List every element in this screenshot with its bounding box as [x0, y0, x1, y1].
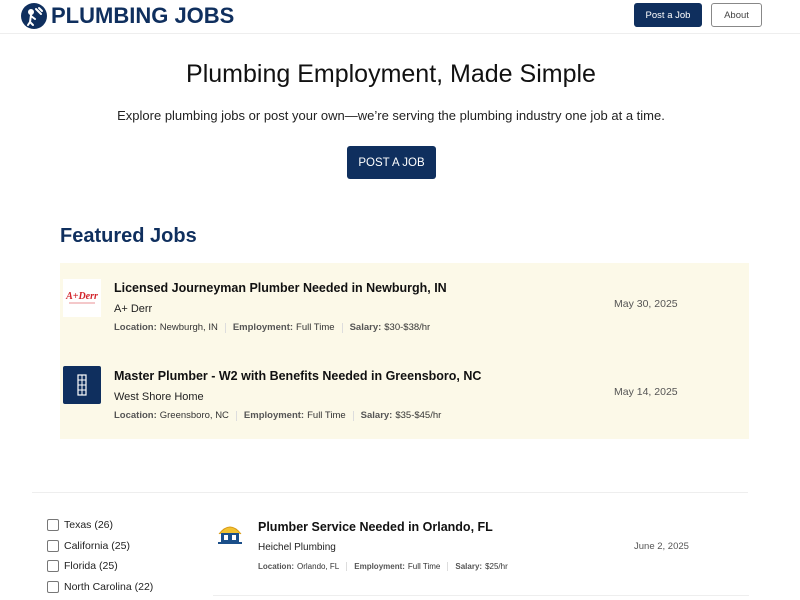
filter-label: Florida (25): [64, 560, 118, 572]
posted-date: May 14, 2025: [614, 386, 678, 398]
salary-value: $30-$38/hr: [384, 322, 431, 333]
location-label: Location:: [114, 410, 157, 421]
employment-value: Full Time: [307, 410, 346, 421]
hero-title: Plumbing Employment, Made Simple: [186, 60, 596, 88]
job-meta: Location: Greensboro, NC Employment: Ful…: [114, 410, 441, 421]
meta-separator: [341, 322, 343, 333]
location-value: Greensboro, NC: [159, 410, 229, 421]
section-divider: [32, 492, 748, 493]
state-filter-north-carolina[interactable]: North Carolina (22): [47, 581, 153, 593]
checkbox[interactable]: [47, 540, 59, 552]
wrench-logo-icon: [21, 3, 47, 29]
site-header: PLUMBING JOBS Post a Job About: [0, 0, 800, 34]
employment-value: Full Time: [296, 322, 335, 333]
meta-separator: [346, 562, 348, 571]
location-value: Orlando, FL: [297, 562, 340, 571]
state-filter-california[interactable]: California (25): [47, 540, 130, 552]
employment-label: Employment:: [232, 322, 294, 333]
post-a-job-nav-button[interactable]: Post a Job: [634, 3, 702, 27]
featured-job-card[interactable]: A+Derr Licensed Journeyman Plumber Neede…: [60, 263, 749, 351]
company-logo: [215, 522, 245, 546]
featured-job-card[interactable]: Master Plumber - W2 with Benefits Needed…: [60, 351, 749, 439]
posted-date: May 30, 2025: [614, 298, 678, 310]
job-list-item[interactable]: Plumber Service Needed in Orlando, FL He…: [213, 506, 749, 596]
state-filter-florida[interactable]: Florida (25): [47, 560, 118, 572]
location-label: Location:: [258, 562, 294, 571]
company-name: Heichel Plumbing: [258, 542, 336, 553]
state-filter-texas[interactable]: Texas (26): [47, 519, 113, 531]
filter-label: North Carolina (22): [64, 581, 154, 593]
featured-jobs-heading: Featured Jobs: [60, 225, 197, 247]
salary-label: Salary:: [455, 562, 483, 571]
post-a-job-cta-button[interactable]: POST A JOB: [347, 146, 436, 179]
salary-value: $25/hr: [485, 562, 508, 571]
meta-separator: [235, 410, 237, 421]
meta-separator: [352, 410, 354, 421]
job-meta: Location: Orlando, FL Employment: Full T…: [258, 562, 508, 571]
employment-label: Employment:: [243, 410, 305, 421]
checkbox[interactable]: [47, 519, 59, 531]
hero-subtitle: Explore plumbing jobs or post your own—w…: [117, 108, 665, 123]
job-meta: Location: Newburgh, IN Employment: Full …: [114, 322, 430, 333]
location-value: Newburgh, IN: [159, 322, 218, 333]
salary-value: $35-$45/hr: [395, 410, 442, 421]
employment-value: Full Time: [407, 562, 441, 571]
company-logo: [63, 366, 101, 404]
employment-label: Employment:: [354, 562, 405, 571]
salary-label: Salary:: [349, 322, 382, 333]
logo-text: PLUMBING JOBS: [51, 3, 235, 28]
job-title[interactable]: Licensed Journeyman Plumber Needed in Ne…: [114, 281, 447, 295]
job-title[interactable]: Plumber Service Needed in Orlando, FL: [258, 520, 493, 534]
checkbox[interactable]: [47, 560, 59, 572]
meta-separator: [224, 322, 226, 333]
about-nav-button[interactable]: About: [711, 3, 762, 27]
company-logo: A+Derr: [63, 279, 101, 317]
salary-label: Salary:: [360, 410, 393, 421]
checkbox[interactable]: [47, 581, 59, 593]
company-name: A+ Derr: [114, 303, 153, 315]
location-label: Location:: [114, 322, 157, 333]
filter-label: Texas (26): [64, 519, 114, 531]
filter-label: California (25): [64, 540, 130, 552]
site-logo[interactable]: PLUMBING JOBS: [21, 2, 234, 30]
meta-separator: [447, 562, 449, 571]
company-name: West Shore Home: [114, 391, 204, 403]
job-title[interactable]: Master Plumber - W2 with Benefits Needed…: [114, 369, 481, 383]
svg-text:A+Derr: A+Derr: [65, 291, 98, 302]
posted-date: June 2, 2025: [634, 541, 689, 552]
